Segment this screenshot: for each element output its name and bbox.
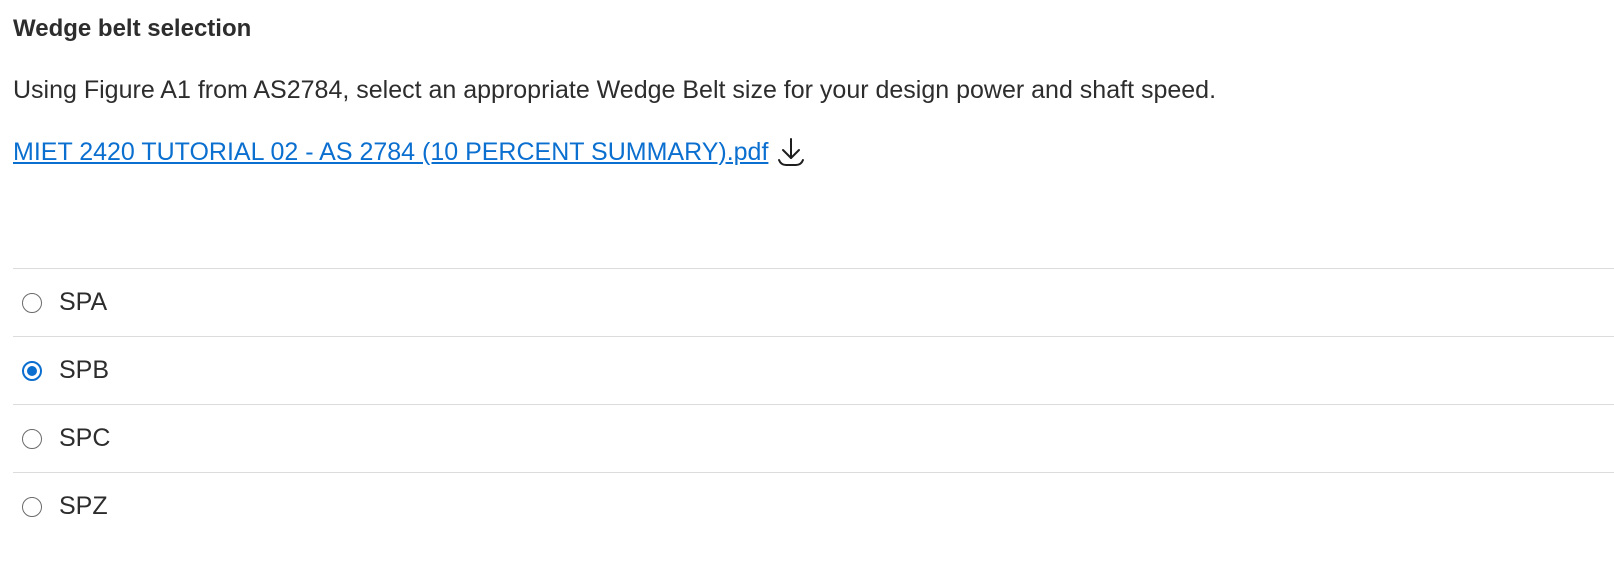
answer-option-spz[interactable]: SPZ <box>13 472 1614 540</box>
answer-options: SPA SPB SPC SPZ <box>13 268 1614 540</box>
option-label: SPB <box>59 356 110 384</box>
download-icon[interactable] <box>776 136 806 168</box>
option-label: SPZ <box>59 492 108 520</box>
answer-option-spc[interactable]: SPC <box>13 404 1614 472</box>
question-prompt: Using Figure A1 from AS2784, select an a… <box>13 76 1217 104</box>
answer-option-spa[interactable]: SPA <box>13 268 1614 336</box>
question-title: Wedge belt selection <box>13 15 252 42</box>
attachment-file-link[interactable]: MIET 2420 TUTORIAL 02 - AS 2784 (10 PERC… <box>13 138 768 167</box>
option-label: SPC <box>59 424 111 452</box>
radio-button-selected[interactable] <box>22 360 42 381</box>
radio-button[interactable] <box>22 292 42 313</box>
radio-button[interactable] <box>22 496 42 517</box>
answer-option-spb[interactable]: SPB <box>13 336 1614 404</box>
attachment: MIET 2420 TUTORIAL 02 - AS 2784 (10 PERC… <box>13 136 806 168</box>
radio-button[interactable] <box>22 428 42 449</box>
option-label: SPA <box>59 288 108 316</box>
